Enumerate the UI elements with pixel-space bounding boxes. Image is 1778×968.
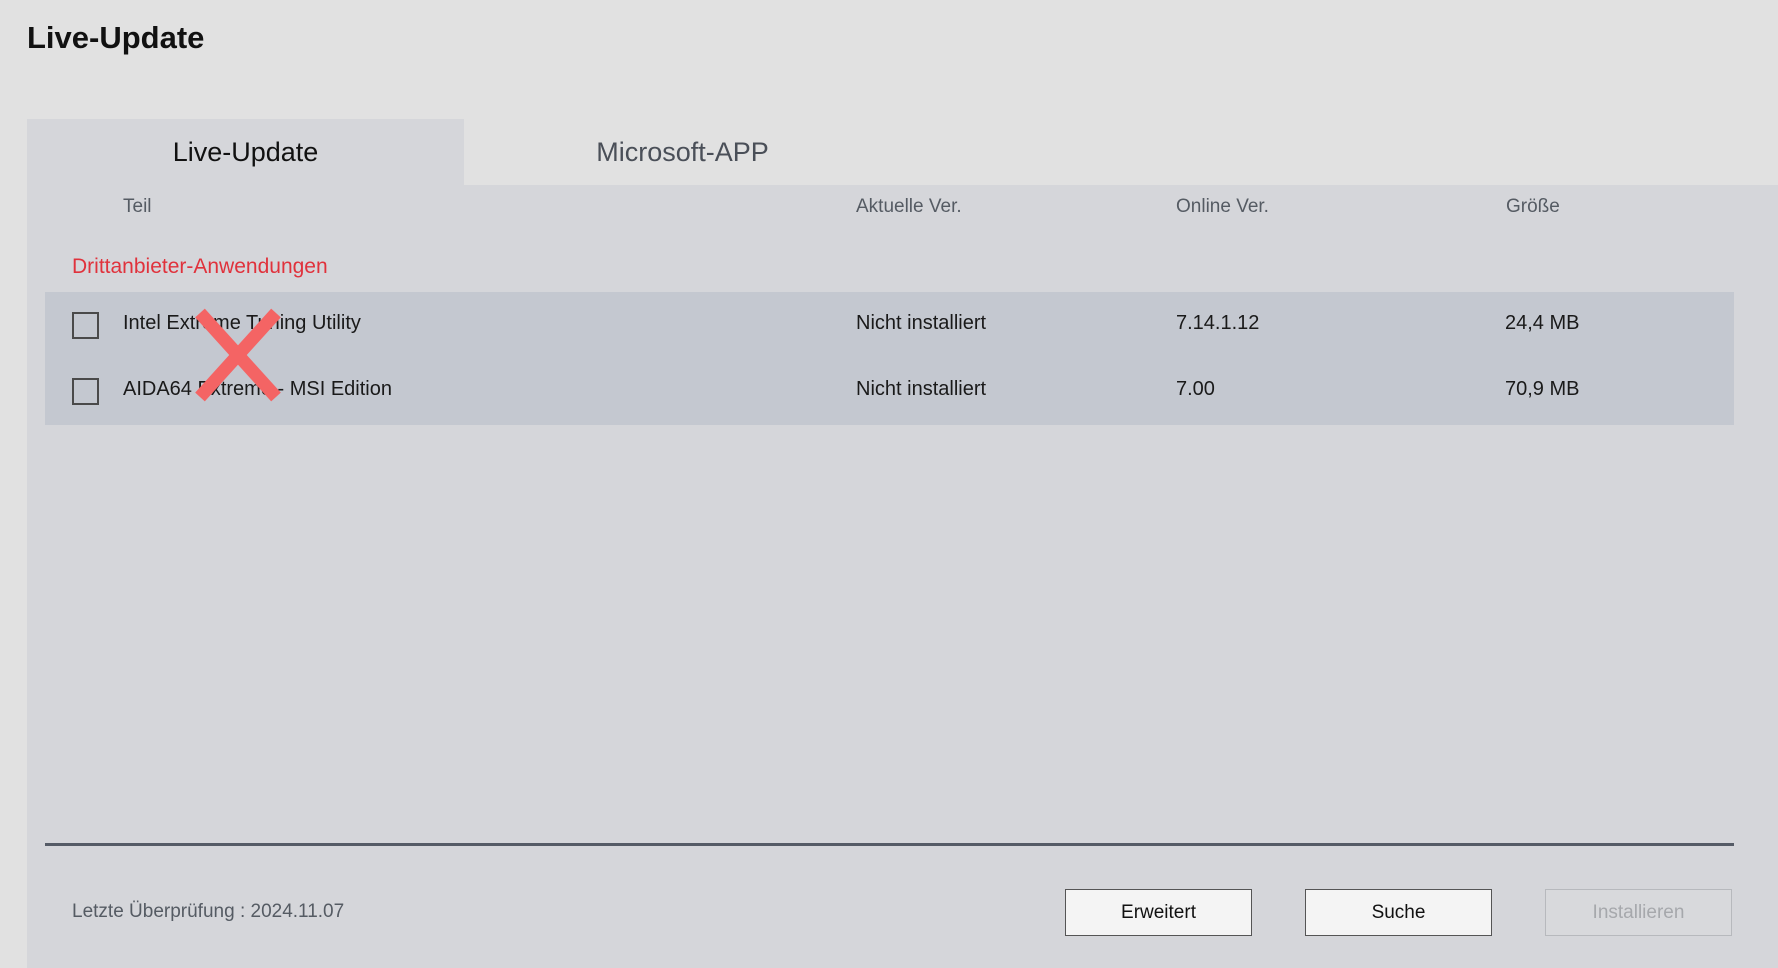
column-header-part: Teil xyxy=(123,196,152,217)
table-row[interactable]: Intel Extreme Tuning Utility Nicht insta… xyxy=(45,292,1734,358)
divider xyxy=(45,843,1734,846)
tab-bar: Live-Update Microsoft-APP xyxy=(27,119,1778,185)
search-button[interactable]: Suche xyxy=(1305,889,1492,936)
row-checkbox[interactable] xyxy=(72,378,99,405)
tab-live-update[interactable]: Live-Update xyxy=(27,119,464,185)
tab-microsoft-app[interactable]: Microsoft-APP xyxy=(464,119,901,185)
column-header-current-version: Aktuelle Ver. xyxy=(856,196,962,217)
table-row[interactable]: AIDA64 Extreme - MSI Edition Nicht insta… xyxy=(45,358,1734,424)
row-online-version: 7.14.1.12 xyxy=(1176,312,1260,334)
row-size: 24,4 MB xyxy=(1505,312,1580,334)
row-checkbox[interactable] xyxy=(72,312,99,339)
row-size: 70,9 MB xyxy=(1505,378,1580,400)
row-current-version: Nicht installiert xyxy=(856,312,987,334)
category-third-party-apps: Drittanbieter-Anwendungen xyxy=(72,255,328,278)
row-online-version: 7.00 xyxy=(1176,378,1215,400)
page-title: Live-Update xyxy=(27,20,205,55)
last-check-label: Letzte Überprüfung : 2024.11.07 xyxy=(72,901,345,922)
column-header-size: Größe xyxy=(1506,196,1560,217)
row-current-version: Nicht installiert xyxy=(856,378,987,400)
advanced-button[interactable]: Erweitert xyxy=(1065,889,1252,936)
column-header-online-version: Online Ver. xyxy=(1176,196,1269,217)
update-list: Intel Extreme Tuning Utility Nicht insta… xyxy=(45,292,1734,425)
install-button[interactable]: Installieren xyxy=(1545,889,1732,936)
live-update-panel: Teil Aktuelle Ver. Online Ver. Größe Dri… xyxy=(27,185,1778,968)
red-x-mark-icon xyxy=(195,308,281,402)
